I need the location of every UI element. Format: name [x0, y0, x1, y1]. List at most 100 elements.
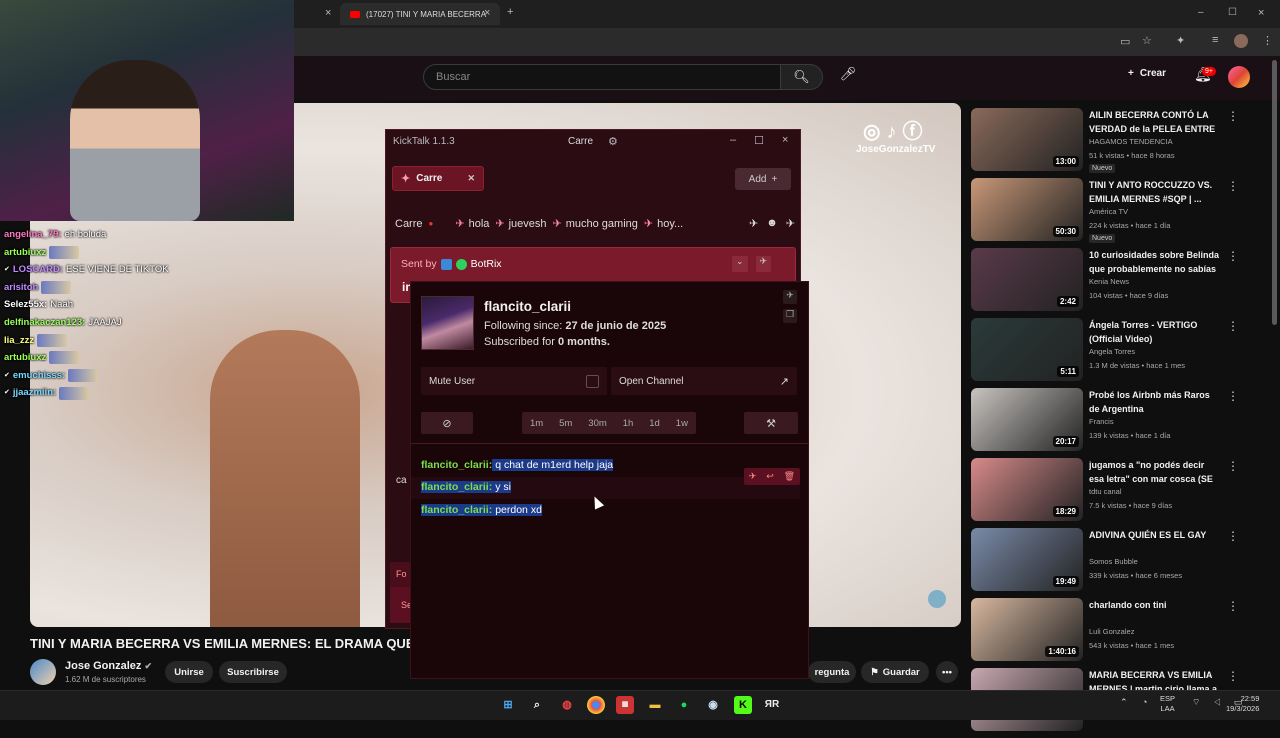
user-icon[interactable]: ☻	[766, 217, 778, 230]
kt-minimize-button[interactable]: –	[730, 134, 736, 147]
window-minimize-button[interactable]: –	[1198, 7, 1204, 18]
pin-icon[interactable]: ✈	[749, 217, 758, 230]
create-button[interactable]: + Crear	[1128, 68, 1166, 79]
bookmark-star-icon[interactable]: ☆	[1142, 34, 1152, 47]
channel-name[interactable]: Jose Gonzalez ✔	[65, 660, 152, 672]
save-button[interactable]: ⚑ Guardar	[861, 661, 929, 683]
steam-icon[interactable]: ◉	[704, 696, 722, 714]
voice-search-icon[interactable]: 🎤︎	[838, 66, 858, 86]
kick-icon[interactable]: K	[734, 696, 752, 714]
recommended-video[interactable]: 13:00 AILIN BECERRA CONTÓ LA VERDAD de la…	[971, 108, 1251, 176]
browser-menu-icon[interactable]: ⋮	[1262, 34, 1273, 47]
taskbar-search-icon[interactable]: ⌕	[528, 696, 546, 714]
language-indicator[interactable]: ESP LAA	[1160, 694, 1175, 714]
card-pin-icon[interactable]: ✈	[783, 290, 797, 304]
settings-gear-icon[interactable]: ⚙	[608, 135, 618, 148]
collapse-chevron-icon[interactable]: ⌄	[732, 256, 748, 272]
account-avatar[interactable]	[1228, 66, 1250, 88]
video-menu-icon[interactable]: ⋮	[1227, 459, 1239, 473]
reading-list-icon[interactable]: ≡	[1212, 34, 1218, 46]
recommended-video[interactable]: 2:42 10 curiosidades sobre Belinda que pr…	[971, 248, 1251, 316]
mod-hammer-button[interactable]: ⚒	[744, 412, 798, 434]
video-thumbnail[interactable]: 20:17	[971, 388, 1083, 451]
chrome-taskbar-icon[interactable]	[587, 696, 605, 714]
taskbar-app-icon[interactable]: ◍	[558, 696, 576, 714]
window-close-button[interactable]: ×	[1258, 7, 1264, 19]
video-thumbnail[interactable]: 19:49	[971, 528, 1083, 591]
search-button[interactable]: 🔍︎	[781, 64, 823, 90]
open-channel-button[interactable]: Open Channel ↗	[611, 367, 797, 395]
video-menu-icon[interactable]: ⋮	[1227, 109, 1239, 123]
video-menu-icon[interactable]: ⋮	[1227, 319, 1239, 333]
recommended-video[interactable]: 18:29 jugamos a "no podés decir esa letra…	[971, 458, 1251, 526]
profile-avatar[interactable]	[1234, 34, 1248, 48]
join-button[interactable]: Unirse	[165, 661, 213, 683]
prev-tab-close-icon[interactable]: ×	[325, 7, 331, 19]
video-thumbnail[interactable]: 50:30	[971, 178, 1083, 241]
channel-tab-carre[interactable]: ✦ Carre ✕	[392, 166, 484, 191]
video-thumbnail[interactable]: 13:00	[971, 108, 1083, 171]
timeout-option[interactable]: 5m	[559, 418, 572, 429]
recommended-video[interactable]: 1:40:16 charlando con tini Luli Gonzalez 54…	[971, 598, 1251, 666]
video-menu-icon[interactable]: ⋮	[1227, 599, 1239, 613]
start-button[interactable]: ⊞	[499, 696, 517, 714]
unpin-icon[interactable]: ✈	[755, 256, 772, 272]
search-input[interactable]: Buscar	[423, 64, 781, 90]
video-thumbnail[interactable]: 2:42	[971, 248, 1083, 311]
recommended-video[interactable]: 5:11 Ángela Torres - VERTIGO (Official Vi…	[971, 318, 1251, 386]
channel-avatar[interactable]	[30, 659, 56, 685]
clock[interactable]: 22:59 19/3/2026	[1226, 694, 1259, 714]
tab-close-icon[interactable]: ×	[484, 7, 490, 19]
timeout-option[interactable]: 30m	[588, 418, 606, 429]
message-username[interactable]: flancito_clarii:	[421, 504, 493, 516]
chat-message[interactable]: flancito_clarii: y si	[421, 479, 511, 496]
video-thumbnail[interactable]: 5:11	[971, 318, 1083, 381]
file-explorer-icon[interactable]: ▬	[646, 696, 664, 714]
video-menu-icon[interactable]: ⋮	[1227, 389, 1239, 403]
video-overlay-icon[interactable]	[928, 590, 946, 608]
chat-message[interactable]: flancito_clarii: perdon xd	[421, 502, 542, 519]
recommended-video[interactable]: 50:30 TINI Y ANTO ROCCUZZO VS. EMILIA MER…	[971, 178, 1251, 246]
card-copy-icon[interactable]: ❐	[783, 309, 797, 323]
recommended-video[interactable]: 20:17 Probé los Airbnb más Raros de Argen…	[971, 388, 1251, 456]
video-menu-icon[interactable]: ⋮	[1227, 249, 1239, 263]
subscribe-button[interactable]: Suscribirse	[219, 661, 287, 683]
kt-maximize-button[interactable]: ☐	[754, 134, 764, 147]
pin-message-icon[interactable]: ✈	[749, 471, 757, 482]
reply-icon[interactable]: ↩	[766, 471, 774, 482]
spotify-icon[interactable]: ●	[675, 696, 693, 714]
new-tab-button[interactable]: +	[507, 6, 513, 18]
video-menu-icon[interactable]: ⋮	[1227, 669, 1239, 683]
kicktalk-window-tab[interactable]: Carre	[568, 136, 593, 147]
delete-icon[interactable]: 🗑︎	[784, 471, 795, 482]
video-thumbnail[interactable]: 1:40:16	[971, 598, 1083, 661]
extensions-icon[interactable]: ✦	[1176, 34, 1185, 47]
ban-button[interactable]: ⊘	[421, 412, 473, 434]
kicktalk-taskbar-icon[interactable]: ЯR	[763, 696, 781, 714]
page-scrollbar[interactable]	[1272, 60, 1277, 325]
add-channel-button[interactable]: Add +	[735, 168, 791, 190]
video-thumbnail[interactable]: 18:29	[971, 458, 1083, 521]
cast-icon[interactable]: ▭	[1120, 35, 1130, 48]
ask-button[interactable]: regunta	[808, 661, 856, 683]
mute-user-toggle[interactable]: Mute User	[421, 367, 607, 395]
channel-tab-close-icon[interactable]: ✕	[467, 173, 475, 184]
message-username[interactable]: flancito_clarii:	[421, 481, 493, 493]
chat-message[interactable]: flancito_clarii: q chat de m1erd help jaj…	[421, 457, 614, 474]
video-menu-icon[interactable]: ⋮	[1227, 529, 1239, 543]
taskbar-app-icon-2[interactable]: ▦	[616, 696, 634, 714]
message-username[interactable]: flancito_clarii:	[421, 459, 492, 471]
timeout-option[interactable]: 1d	[649, 418, 660, 429]
timeout-option[interactable]: 1m	[530, 418, 543, 429]
mute-checkbox[interactable]	[586, 374, 599, 388]
browser-tab[interactable]: (17027) TINI Y MARIA BECERRА	[340, 3, 500, 25]
kt-close-button[interactable]: ×	[782, 134, 788, 147]
video-menu-icon[interactable]: ⋮	[1227, 179, 1239, 193]
window-maximize-button[interactable]: ☐	[1228, 7, 1237, 18]
recommended-video[interactable]: 19:49 ADIVINA QUIÉN ES EL GAY Somos Bubble…	[971, 528, 1251, 596]
pin-filled-icon[interactable]: ✈	[786, 217, 795, 230]
timeout-option[interactable]: 1w	[676, 418, 688, 429]
timeout-option[interactable]: 1h	[623, 418, 634, 429]
more-actions-button[interactable]: •••	[936, 661, 958, 683]
tray-icons[interactable]: ⌃ ◔	[1120, 697, 1153, 708]
